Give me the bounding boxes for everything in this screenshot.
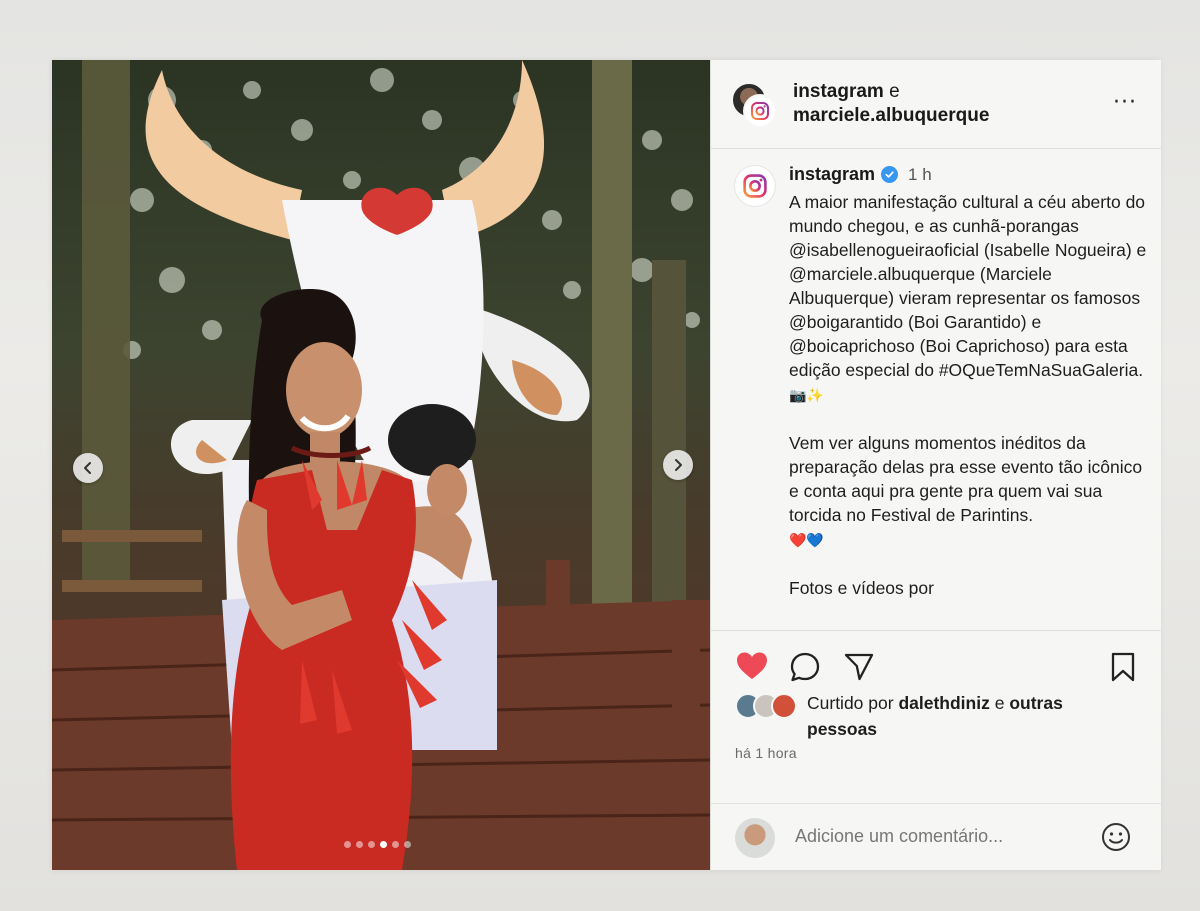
caption-username[interactable]: instagram: [789, 164, 875, 185]
instagram-avatar[interactable]: [735, 166, 775, 206]
caption-text: A maior manifestação cultural a céu aber…: [789, 190, 1149, 624]
post-timestamp[interactable]: há 1 hora: [735, 745, 797, 761]
carousel-dot: [392, 841, 399, 848]
comment-composer: Adicione um comentário...: [711, 803, 1161, 872]
header-account-1[interactable]: instagram: [793, 81, 884, 102]
liked-by-text[interactable]: Curtido por dalethdiniz e outras pessoas: [807, 690, 1137, 742]
collab-avatars[interactable]: [731, 82, 779, 128]
verified-badge-icon: [881, 166, 899, 183]
more-options-button[interactable]: ···: [1113, 90, 1137, 115]
post-frame: instagram e marciele.albuquerque ··· ins…: [52, 60, 1161, 870]
chevron-left-icon: [84, 462, 91, 474]
caption-section: instagram 1 h A maior manifestação cultu…: [711, 148, 1161, 630]
avatar: [771, 693, 797, 719]
like-heart-icon[interactable]: [735, 651, 769, 681]
header-account-2[interactable]: marciele.albuquerque: [793, 105, 989, 126]
chevron-right-icon: [675, 459, 682, 471]
share-send-icon[interactable]: [843, 651, 875, 683]
avatar: [735, 818, 775, 858]
carousel-next-button[interactable]: [663, 450, 693, 480]
emoji-smile-icon[interactable]: [1101, 822, 1131, 852]
photo-illustration: [52, 60, 710, 870]
hearts-emoji: ❤️💙: [789, 532, 824, 548]
carousel-dot: [368, 841, 375, 848]
carousel-indicator: [344, 841, 411, 848]
caption-paragraph-2: Vem ver alguns momentos inéditos da prep…: [789, 433, 1143, 525]
comment-input[interactable]: Adicione um comentário...: [795, 826, 1003, 847]
carousel-prev-button[interactable]: [73, 453, 103, 483]
post-header-title: instagram e marciele.albuquerque: [793, 80, 989, 128]
post-photo[interactable]: [52, 60, 710, 870]
post-side-panel: instagram e marciele.albuquerque ··· ins…: [710, 60, 1161, 870]
caption-header: instagram 1 h: [789, 164, 932, 185]
instagram-logo-icon: [743, 174, 767, 198]
carousel-dot: [356, 841, 363, 848]
liked-by-joiner: e: [994, 693, 1005, 713]
liked-by-user[interactable]: dalethdiniz: [898, 693, 989, 713]
caption-paragraph-3: Fotos e vídeos por: [789, 578, 934, 598]
carousel-dot-active: [380, 841, 387, 848]
caption-time: 1 h: [908, 164, 932, 184]
camera-sparkles-emoji: 📷✨: [789, 387, 824, 403]
bookmark-icon[interactable]: [1109, 651, 1137, 683]
comment-icon[interactable]: [789, 651, 821, 683]
caption-paragraph: Vem ver alguns momentos inéditos da prep…: [789, 431, 1149, 552]
carousel-dot: [344, 841, 351, 848]
post-header: instagram e marciele.albuquerque ···: [711, 60, 1161, 149]
caption-paragraph: A maior manifestação cultural a céu aber…: [789, 190, 1149, 407]
liked-by-avatars[interactable]: [735, 693, 797, 719]
carousel-dot: [404, 841, 411, 848]
post-actions: Curtido por dalethdiniz e outras pessoas…: [711, 630, 1161, 871]
header-joiner: e: [889, 81, 900, 102]
liked-by-prefix: Curtido por: [807, 693, 894, 713]
caption-paragraph-1: A maior manifestação cultural a céu aber…: [789, 192, 1147, 380]
instagram-logo-icon: [743, 94, 777, 128]
